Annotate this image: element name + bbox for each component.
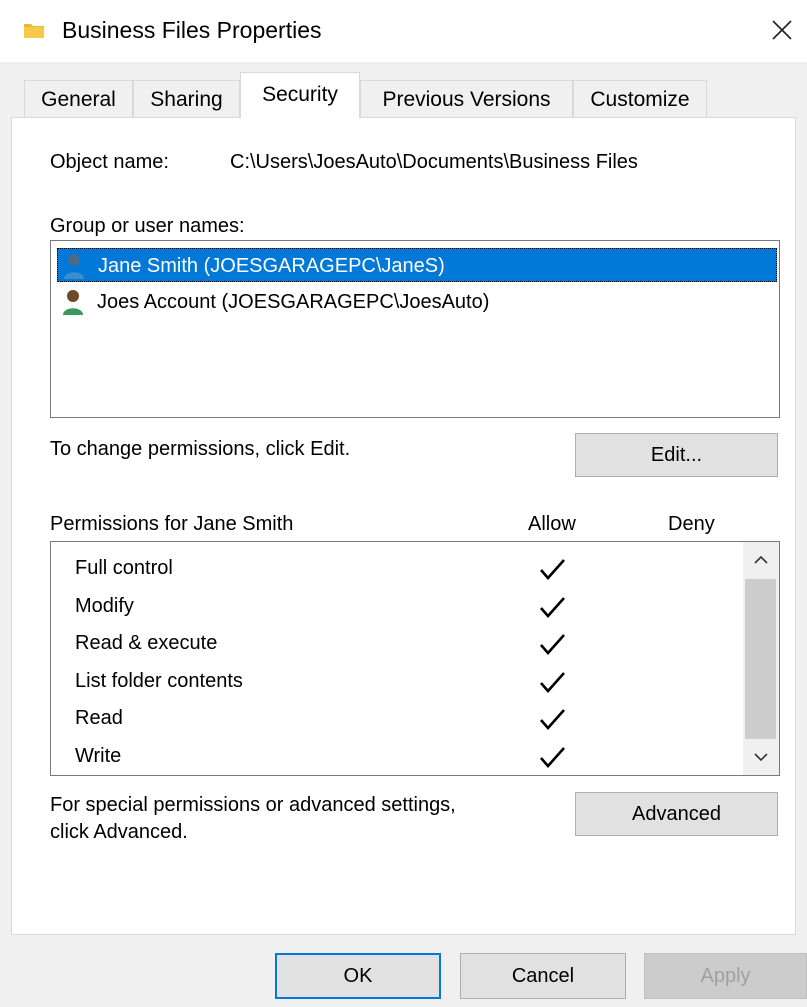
user-icon [63, 290, 83, 315]
window-title: Business Files Properties [62, 17, 322, 43]
list-item-joes-account[interactable]: Joes Account (JOESGARAGEPC\JoesAuto) [57, 285, 777, 319]
scroll-up-button[interactable] [743, 542, 779, 578]
vertical-scrollbar[interactable] [743, 542, 779, 775]
list-item-jane-smith[interactable]: Jane Smith (JOESGARAGEPC\JaneS) [57, 248, 777, 282]
chevron-up-icon [754, 555, 768, 564]
tab-security-label: Security [262, 83, 338, 106]
list-item-label: Joes Account (JOESGARAGEPC\JoesAuto) [97, 291, 490, 313]
scroll-down-button[interactable] [743, 739, 779, 775]
list-item-label: Jane Smith (JOESGARAGEPC\JaneS) [98, 255, 445, 277]
apply-button[interactable]: Apply [644, 953, 807, 999]
tab-general[interactable]: General [24, 80, 133, 117]
tab-sharing[interactable]: Sharing [133, 80, 240, 117]
user-list[interactable]: Jane Smith (JOESGARAGEPC\JaneS) Joes Acc… [50, 240, 780, 418]
cancel-button[interactable]: Cancel [460, 953, 626, 999]
close-icon [772, 20, 792, 40]
close-button[interactable] [762, 10, 802, 50]
advanced-button[interactable]: Advanced [575, 792, 778, 836]
tab-previous-versions[interactable]: Previous Versions [360, 80, 573, 117]
chevron-down-icon [754, 753, 768, 762]
folder-icon [24, 24, 44, 38]
tab-security[interactable]: Security [240, 72, 360, 118]
title-bar: Business Files Properties [0, 0, 807, 62]
ok-button[interactable]: OK [275, 953, 441, 999]
scroll-thumb[interactable] [745, 579, 776, 739]
user-icon [64, 254, 84, 279]
tab-customize[interactable]: Customize [573, 80, 707, 117]
edit-button[interactable]: Edit... [575, 433, 778, 477]
